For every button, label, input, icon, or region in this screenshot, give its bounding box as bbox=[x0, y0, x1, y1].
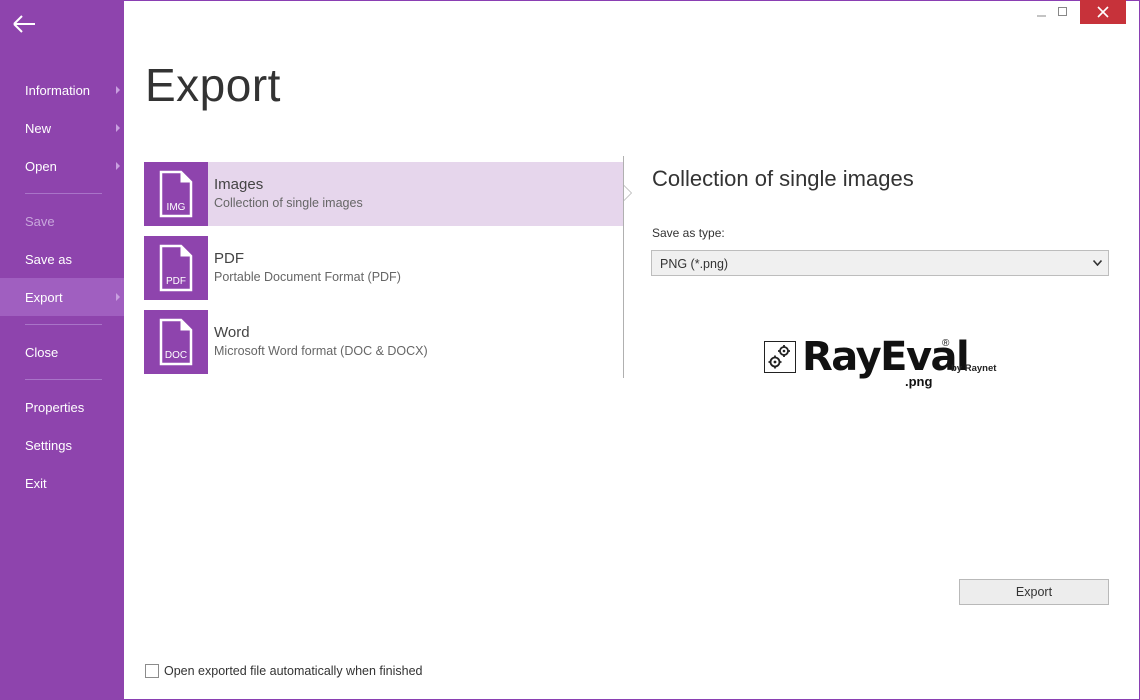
minimize-button[interactable] bbox=[1030, 0, 1054, 24]
maximize-button[interactable] bbox=[1052, 0, 1074, 24]
arrow-left-icon bbox=[13, 15, 35, 33]
open-after-export-label: Open exported file automatically when fi… bbox=[164, 664, 423, 678]
page-title: Export bbox=[145, 59, 281, 111]
caret-right-icon bbox=[116, 162, 120, 170]
format-description: Microsoft Word format (DOC & DOCX) bbox=[214, 344, 428, 358]
format-item-pdf[interactable]: PDF PDF Portable Document Format (PDF) bbox=[144, 236, 624, 300]
nav-item-label: Open bbox=[25, 158, 57, 174]
nav-item-label: Settings bbox=[25, 437, 72, 453]
nav-item-exit[interactable]: Exit bbox=[0, 464, 124, 502]
save-type-label: Save as type: bbox=[652, 226, 725, 240]
format-tile: IMG bbox=[144, 162, 208, 226]
format-name: Images bbox=[214, 176, 264, 193]
file-icon: IMG bbox=[159, 170, 193, 218]
format-item-word[interactable]: DOC Word Microsoft Word format (DOC & DO… bbox=[144, 310, 624, 374]
file-type-label: PDF bbox=[166, 276, 186, 287]
minimize-icon bbox=[1037, 15, 1046, 17]
format-name: Word bbox=[214, 324, 250, 341]
nav-item-label: Close bbox=[25, 344, 59, 360]
nav-item-label: Exit bbox=[25, 475, 47, 491]
nav-item-save-as[interactable]: Save as bbox=[0, 240, 124, 278]
back-button[interactable] bbox=[12, 12, 38, 36]
nav-item-save: Save bbox=[0, 202, 124, 240]
logo-registered: ® bbox=[942, 338, 950, 349]
nav-item-label: Information bbox=[25, 82, 91, 98]
format-tile: PDF bbox=[144, 236, 208, 300]
nav-item-label: Save as bbox=[25, 251, 72, 267]
format-name: PDF bbox=[214, 250, 244, 267]
caret-right-icon bbox=[116, 293, 120, 301]
file-type-label: IMG bbox=[167, 202, 186, 213]
format-tile: DOC bbox=[144, 310, 208, 374]
open-after-export-checkbox[interactable] bbox=[145, 664, 159, 678]
file-type-label: DOC bbox=[165, 350, 187, 361]
nav-separator bbox=[25, 379, 102, 380]
nav-item-label: New bbox=[25, 120, 52, 136]
close-window-button[interactable] bbox=[1080, 0, 1126, 24]
nav-item-properties[interactable]: Properties bbox=[0, 388, 124, 426]
close-icon bbox=[1097, 6, 1109, 18]
nav-item-information[interactable]: Information bbox=[0, 71, 124, 109]
file-icon: DOC bbox=[159, 318, 193, 366]
detail-title: Collection of single images bbox=[652, 166, 914, 191]
logo-byline: by Raynet bbox=[951, 363, 997, 374]
format-item-images[interactable]: IMG Images Collection of single images bbox=[144, 162, 624, 226]
selection-pointer bbox=[624, 186, 631, 200]
maximize-icon bbox=[1058, 7, 1067, 16]
nav-item-settings[interactable]: Settings bbox=[0, 426, 124, 464]
nav-item-close[interactable]: Close bbox=[0, 333, 124, 371]
export-button[interactable]: Export bbox=[959, 579, 1109, 605]
nav-separator bbox=[25, 324, 102, 325]
nav-item-label: Save bbox=[25, 213, 55, 229]
nav-separator bbox=[25, 193, 102, 194]
caret-right-icon bbox=[116, 124, 120, 132]
nav-item-label: Properties bbox=[25, 399, 85, 415]
rayeval-logo: RayEval ® .png by Raynet bbox=[764, 334, 1004, 396]
save-type-select[interactable]: PNG (*.png) bbox=[651, 250, 1109, 276]
nav-item-export[interactable]: Export bbox=[0, 278, 124, 316]
caret-right-icon bbox=[116, 86, 120, 94]
file-icon: PDF bbox=[159, 244, 193, 292]
format-description: Portable Document Format (PDF) bbox=[214, 270, 401, 284]
nav-item-new[interactable]: New bbox=[0, 109, 124, 147]
logo-extension: .png bbox=[905, 374, 933, 389]
backstage-sidebar: Information New Open Save Save as Export… bbox=[0, 0, 124, 700]
nav-item-label: Export bbox=[25, 289, 63, 305]
gears-icon bbox=[764, 341, 796, 373]
format-description: Collection of single images bbox=[214, 196, 363, 210]
save-type-value: PNG (*.png) bbox=[660, 257, 729, 271]
nav-item-open[interactable]: Open bbox=[0, 147, 124, 185]
chevron-down-icon bbox=[1093, 260, 1102, 266]
